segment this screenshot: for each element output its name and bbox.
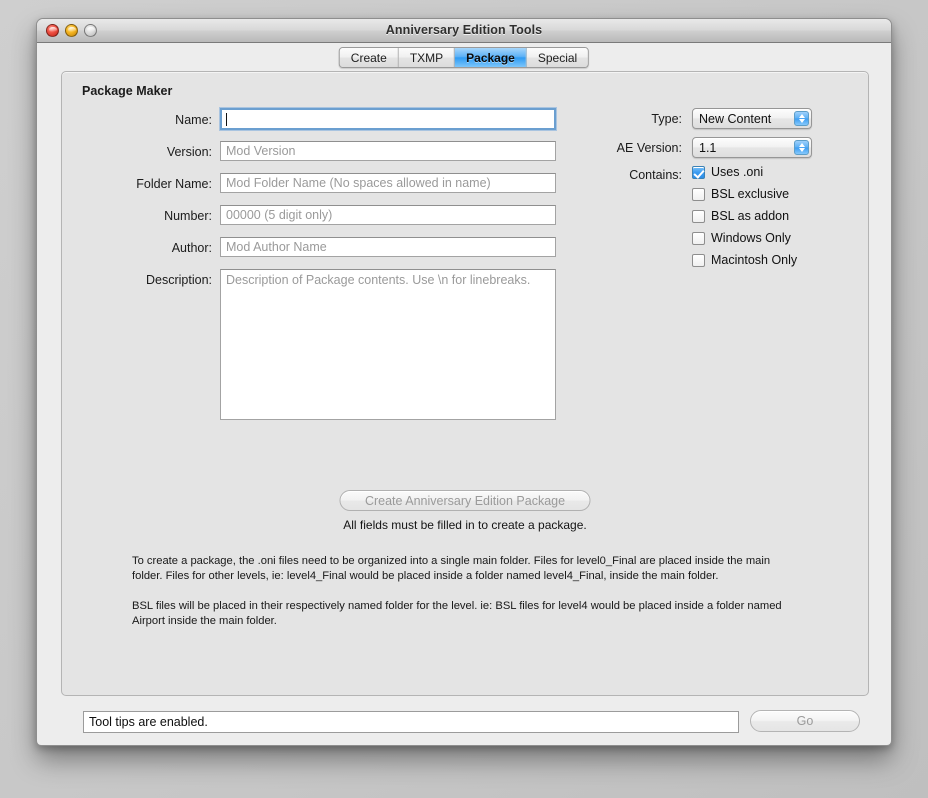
create-package-button[interactable]: Create Anniversary Edition Package [339, 490, 591, 511]
checkbox-box[interactable] [692, 231, 705, 245]
label-description: Description: [146, 273, 212, 287]
number-input[interactable] [220, 205, 556, 225]
checkbox-label: Windows Only [711, 231, 791, 245]
tab-package[interactable]: Package [455, 48, 527, 67]
checkbox-macintosh-only[interactable]: Macintosh Only [692, 253, 797, 267]
label-author: Author: [171, 241, 212, 255]
type-select-value: New Content [699, 111, 772, 126]
folder-name-input[interactable] [220, 173, 556, 193]
label-name: Name: [175, 113, 212, 127]
tab-bar: Create TXMP Package Special [338, 47, 590, 68]
application-window: Anniversary Edition Tools Create TXMP Pa… [36, 18, 892, 746]
checkbox-box[interactable] [692, 209, 705, 223]
chevron-up-icon [798, 143, 805, 147]
instructions-paragraph-1: To create a package, the .oni files need… [132, 555, 771, 582]
label-ae-version: AE Version: [616, 141, 682, 155]
checkbox-box[interactable] [692, 187, 705, 201]
label-folder-name: Folder Name: [136, 177, 212, 191]
status-message-field[interactable] [83, 711, 739, 733]
text-caret [226, 113, 227, 126]
stepper-arrows-icon[interactable] [794, 140, 809, 155]
tab-txmp[interactable]: TXMP [398, 48, 456, 67]
stepper-arrows-icon[interactable] [794, 111, 809, 126]
chevron-down-icon [798, 148, 805, 152]
checkbox-label: BSL exclusive [711, 187, 790, 201]
instructions-paragraph-2: BSL files will be placed in their respec… [132, 600, 782, 627]
checkbox-windows-only[interactable]: Windows Only [692, 231, 791, 245]
author-input[interactable] [220, 237, 556, 257]
checkbox-label: BSL as addon [711, 209, 790, 223]
package-maker-panel: Package Maker Name: Version: Folder Name… [61, 71, 869, 696]
checkbox-label: Macintosh Only [711, 253, 798, 267]
checkbox-uses-oni[interactable]: Uses .oni [692, 165, 763, 179]
label-type: Type: [651, 112, 682, 126]
go-button[interactable]: Go [750, 710, 860, 732]
chevron-up-icon [798, 114, 805, 118]
form-hint-text: All fields must be filled in to create a… [343, 518, 587, 532]
checkbox-bsl-as-addon[interactable]: BSL as addon [692, 209, 789, 223]
name-input[interactable] [220, 108, 556, 130]
label-version: Version: [166, 145, 212, 159]
checkbox-bsl-exclusive[interactable]: BSL exclusive [692, 187, 789, 201]
checkbox-box[interactable] [692, 253, 705, 267]
label-contains: Contains: [629, 168, 682, 182]
ae-version-select-value: 1.1 [699, 140, 717, 155]
checkbox-label: Uses .oni [711, 165, 764, 179]
title-bar[interactable]: Anniversary Edition Tools [37, 19, 891, 43]
checkbox-box[interactable] [692, 165, 705, 179]
chevron-down-icon [798, 119, 805, 123]
label-number: Number: [164, 209, 212, 223]
ae-version-select[interactable]: 1.1 [692, 137, 812, 158]
version-input[interactable] [220, 141, 556, 161]
tab-special[interactable]: Special [526, 48, 589, 67]
type-select[interactable]: New Content [692, 108, 812, 129]
section-heading: Package Maker [82, 84, 173, 98]
window-title: Anniversary Edition Tools [385, 23, 543, 37]
tab-create[interactable]: Create [339, 48, 399, 67]
description-textarea[interactable] [220, 269, 556, 420]
